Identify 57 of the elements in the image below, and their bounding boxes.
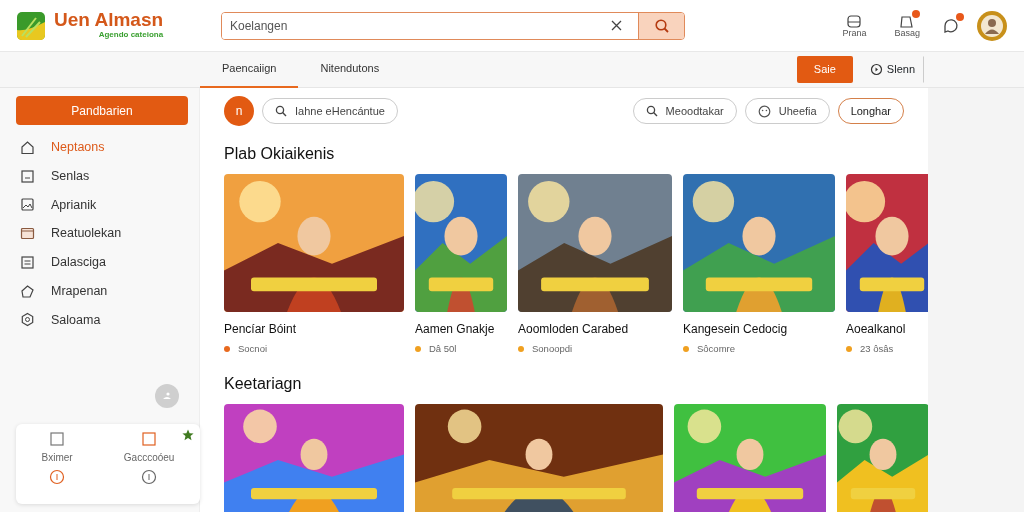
filter-chip[interactable]: Iahne eHencántue [262,98,398,124]
shortcut-label[interactable]: Bximer [41,450,73,465]
sidebar-item[interactable]: Senlas [16,161,183,191]
window-icon[interactable] [50,432,65,446]
chat-icon[interactable] [942,17,960,36]
avatar-button[interactable]: n [224,96,254,126]
logo-icon [16,9,46,42]
game-title[interactable]: Kangesein Cedocig [683,320,835,338]
sidebar-item[interactable]: Dalasciga [16,248,183,277]
clear-icon[interactable] [611,20,622,31]
tab[interactable]: Nitendutons [298,51,402,88]
game-title[interactable]: Pencíar Bóint [224,320,404,338]
game-meta: Sonoopdi [532,342,573,356]
bag-icon [845,12,864,29]
sidebar-item[interactable]: Saloama [16,305,183,335]
search-icon [275,105,287,117]
note-icon[interactable] [142,432,157,446]
sidebar-item[interactable]: Mrapenan [16,276,183,306]
search-button[interactable] [638,12,684,39]
primary-button[interactable]: Saie [796,56,853,83]
window-icon [20,168,35,184]
sidebar-item[interactable]: Reatuolekan [16,219,183,248]
sidebar-item[interactable]: Neptaons [16,133,183,162]
bag-button[interactable]: Prana [836,11,873,40]
tag-icon [20,283,35,299]
primary-cta-button[interactable]: Pandbarien [16,96,188,125]
search-icon [653,17,670,34]
sidebar-item[interactable]: Aprianik [16,190,183,220]
logo-title: Uen Almasn [54,10,164,29]
filter-chip[interactable]: Uheefia [744,98,830,124]
section-title: Keetariagn [224,374,303,395]
person-icon [162,392,172,400]
search-icon [645,105,658,117]
section-title: Plab Okiaikenis [224,144,336,164]
image-icon [20,197,35,213]
filter-chip[interactable]: Longhar [837,98,904,124]
game-meta: Dâ 50l [429,342,457,356]
avatar[interactable] [976,9,1008,42]
box-button[interactable]: Basag [888,11,926,40]
calendar-icon [20,226,35,242]
filter-chip[interactable]: Meoodtakar [632,98,737,124]
game-meta: 23 ôsâs [860,342,894,356]
smiley-icon [757,104,771,118]
settings-icon [20,312,35,328]
game-meta: Sôcomre [697,342,735,356]
list-icon [20,254,35,270]
secondary-button[interactable]: Slenn [860,56,924,83]
game-meta: Socnoi [238,342,268,356]
game-title[interactable]: Aoealkanol [846,320,928,338]
home-icon [20,139,35,155]
shortcut-label[interactable]: Gacccoóeu [123,450,175,465]
search-bar[interactable]: Koelangen [221,11,685,40]
game-title[interactable]: Aamen Gnakje [415,320,507,338]
logo-subtitle: Agendo cateiona [97,29,164,41]
tab[interactable]: Paencaiign [200,51,299,88]
game-title[interactable]: Aoomloden Carabed [518,320,672,338]
play-icon [869,63,883,76]
